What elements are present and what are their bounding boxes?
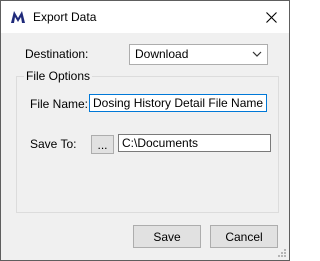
close-button[interactable] [253,1,289,33]
app-logo-icon [10,9,26,25]
window-title: Export Data [33,10,97,24]
resize-grip-icon[interactable] [277,248,287,258]
close-icon [265,11,277,23]
title-bar[interactable]: Export Data [1,1,289,33]
file-options-legend: File Options [24,69,93,83]
file-name-value: Dosing History Detail File Name [93,96,264,110]
browse-button[interactable]: ... [91,135,114,154]
cancel-button[interactable]: Cancel [210,225,278,248]
cancel-button-label: Cancel [225,229,263,244]
file-name-label: File Name: [30,97,89,111]
save-button-label: Save [153,229,181,244]
browse-button-label: ... [97,137,108,152]
chevron-down-icon [252,51,262,57]
file-name-input[interactable]: Dosing History Detail File Name [89,94,267,112]
save-button[interactable]: Save [133,225,201,248]
save-to-label: Save To: [30,137,77,151]
destination-select[interactable]: Download [129,44,268,65]
destination-label: Destination: [25,47,89,61]
save-to-value: C:\Documents [122,136,199,150]
export-dialog: Export Data Destination: Download File O… [0,0,290,261]
destination-value: Download [135,47,189,61]
save-to-input[interactable]: C:\Documents [118,134,271,152]
